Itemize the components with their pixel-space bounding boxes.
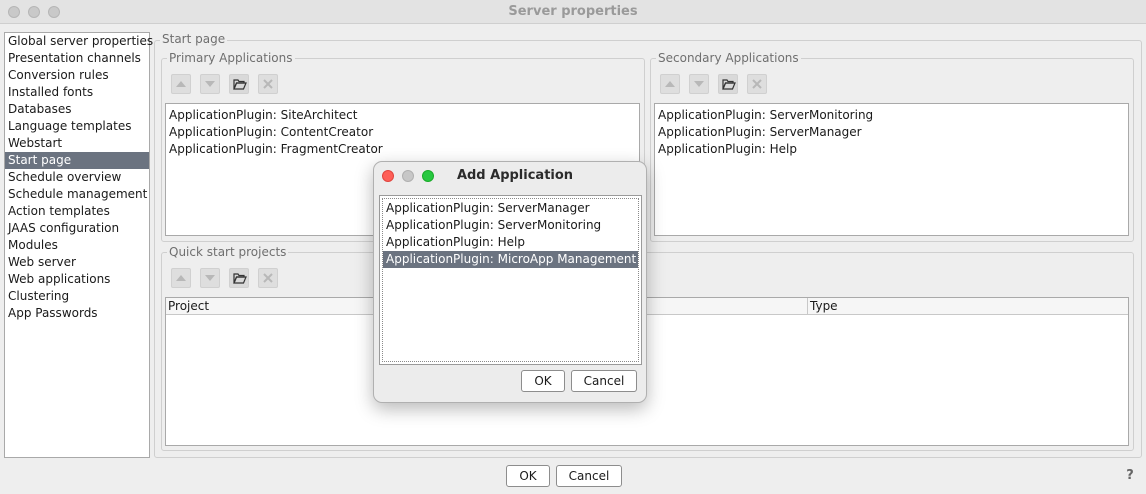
nav-item-start-page[interactable]: Start page <box>5 152 149 169</box>
cancel-button[interactable]: Cancel <box>556 465 622 487</box>
delete-icon <box>752 79 762 89</box>
quick-start-projects-table[interactable]: Project Type <box>165 297 1129 446</box>
secondary-move-down-button[interactable] <box>689 74 709 94</box>
list-item[interactable]: ApplicationPlugin: Help <box>655 141 1128 158</box>
nav-item-global-server-properties[interactable]: Global server properties <box>5 33 153 50</box>
folder-open-icon <box>233 79 247 90</box>
nav-item-modules[interactable]: Modules <box>5 237 149 254</box>
list-item[interactable]: ApplicationPlugin: FragmentCreator <box>166 141 639 158</box>
quick-start-add-button[interactable] <box>229 268 249 288</box>
nav-item-language-templates[interactable]: Language templates <box>5 118 149 135</box>
list-item[interactable]: ApplicationPlugin: MicroApp Management <box>383 251 638 268</box>
primary-applications-title: Primary Applications <box>167 51 295 65</box>
nav-item-jaas-configuration[interactable]: JAAS configuration <box>5 220 149 237</box>
dialog-title: Add Application <box>456 168 574 183</box>
nav-item-clustering[interactable]: Clustering <box>5 288 149 305</box>
add-application-dialog: Add Application ApplicationPlugin: Serve… <box>373 161 647 403</box>
quick-start-delete-button[interactable] <box>258 268 278 288</box>
nav-item-conversion-rules[interactable]: Conversion rules <box>5 67 149 84</box>
move-down-icon <box>694 81 704 87</box>
quick-start-projects-title: Quick start projects <box>167 245 289 259</box>
secondary-delete-button[interactable] <box>747 74 767 94</box>
dialog-cancel-button[interactable]: Cancel <box>571 370 637 392</box>
list-item[interactable]: ApplicationPlugin: ContentCreator <box>166 124 639 141</box>
dialog-ok-button[interactable]: OK <box>521 370 565 392</box>
list-item[interactable]: ApplicationPlugin: Help <box>383 234 638 251</box>
move-up-icon <box>665 81 675 87</box>
primary-move-up-button[interactable] <box>171 74 191 94</box>
secondary-toolbar <box>660 74 770 94</box>
list-focus-ring: ApplicationPlugin: ServerManager Applica… <box>382 198 639 362</box>
nav-item-action-templates[interactable]: Action templates <box>5 203 149 220</box>
move-down-icon <box>205 81 215 87</box>
available-applications-list[interactable]: ApplicationPlugin: ServerManager Applica… <box>379 195 642 365</box>
nav-item-databases[interactable]: Databases <box>5 101 149 118</box>
primary-move-down-button[interactable] <box>200 74 220 94</box>
ok-button[interactable]: OK <box>506 465 550 487</box>
list-item[interactable]: ApplicationPlugin: SiteArchitect <box>166 107 639 124</box>
secondary-move-up-button[interactable] <box>660 74 680 94</box>
window-titlebar: Server properties <box>0 0 1146 24</box>
column-header-type[interactable]: Type <box>808 298 1128 315</box>
secondary-applications-title: Secondary Applications <box>656 51 801 65</box>
secondary-applications-list[interactable]: ApplicationPlugin: ServerMonitoring Appl… <box>654 103 1129 236</box>
folder-open-icon <box>722 79 736 90</box>
list-item[interactable]: ApplicationPlugin: ServerMonitoring <box>383 217 638 234</box>
list-item[interactable]: ApplicationPlugin: ServerManager <box>655 124 1128 141</box>
move-down-icon <box>205 275 215 281</box>
nav-item-installed-fonts[interactable]: Installed fonts <box>5 84 149 101</box>
quick-start-move-up-button[interactable] <box>171 268 191 288</box>
nav-item-app-passwords[interactable]: App Passwords <box>5 305 149 322</box>
window-title: Server properties <box>508 4 638 19</box>
primary-delete-button[interactable] <box>258 74 278 94</box>
nav-item-web-server[interactable]: Web server <box>5 254 149 271</box>
primary-add-button[interactable] <box>229 74 249 94</box>
nav-item-webstart[interactable]: Webstart <box>5 135 149 152</box>
delete-icon <box>263 79 273 89</box>
folder-open-icon <box>233 273 247 284</box>
move-up-icon <box>176 81 186 87</box>
quick-start-toolbar <box>171 268 281 288</box>
nav-item-schedule-management[interactable]: Schedule management <box>5 186 149 203</box>
help-icon[interactable]: ? <box>1122 468 1138 484</box>
list-item[interactable]: ApplicationPlugin: ServerMonitoring <box>655 107 1128 124</box>
delete-icon <box>263 273 273 283</box>
nav-item-schedule-overview[interactable]: Schedule overview <box>5 169 149 186</box>
primary-toolbar <box>171 74 281 94</box>
nav-item-presentation-channels[interactable]: Presentation channels <box>5 50 149 67</box>
nav-item-web-applications[interactable]: Web applications <box>5 271 149 288</box>
table-header: Project Type <box>166 298 1128 315</box>
secondary-add-button[interactable] <box>718 74 738 94</box>
list-item[interactable]: ApplicationPlugin: ServerManager <box>383 200 638 217</box>
settings-nav-list[interactable]: Global server properties Presentation ch… <box>4 32 153 458</box>
quick-start-move-down-button[interactable] <box>200 268 220 288</box>
start-page-title: Start page <box>160 32 228 46</box>
move-up-icon <box>176 275 186 281</box>
